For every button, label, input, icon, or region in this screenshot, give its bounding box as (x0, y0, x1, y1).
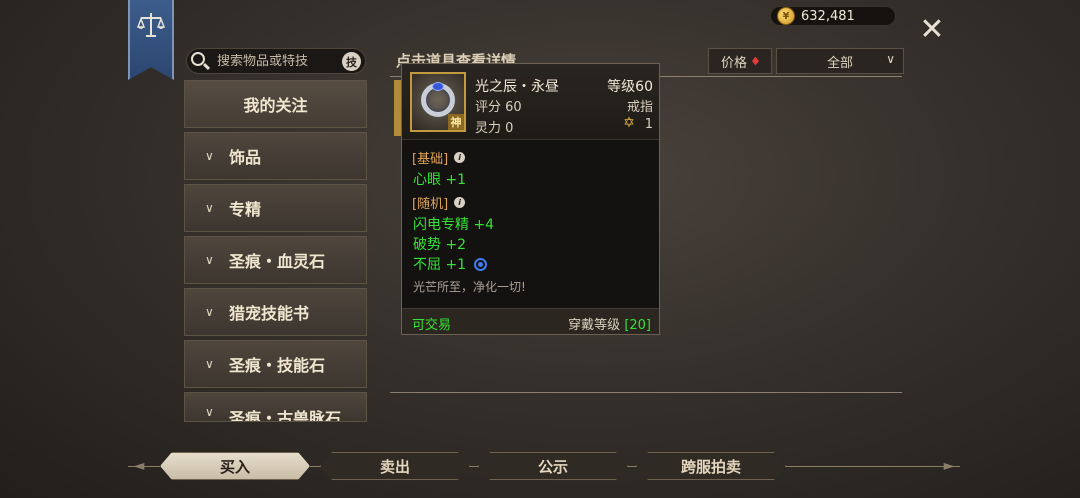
random-stat-row: 不屈 +1 (413, 254, 488, 274)
base-stat: 心眼 +1 (413, 172, 467, 188)
chevron-down-icon: ∨ (205, 357, 214, 371)
base-section-title: [基础] i (412, 148, 466, 167)
tab-buy[interactable]: 买入 (160, 452, 310, 480)
left-ornament-icon: ◄ (133, 458, 145, 474)
random-stat: 破势 +2 (413, 237, 467, 253)
tab-sell[interactable]: 卖出 (320, 452, 470, 480)
filter-select[interactable]: 全部 ∨ (776, 48, 904, 74)
sidebar-item-favorites[interactable]: 我的关注 (184, 80, 367, 128)
refresh-icon[interactable] (474, 257, 488, 271)
base-title-text: [基础] (412, 152, 449, 167)
item-level: 等级60 (607, 79, 653, 95)
gold-amount: 632,481 (801, 8, 855, 24)
chevron-down-icon: ∨ (205, 305, 214, 319)
random-title-text: [随机] (412, 197, 449, 212)
ring-item-icon: 神 (410, 72, 466, 132)
info-icon[interactable]: i (454, 197, 466, 208)
item-slot: 戒指 (626, 100, 653, 115)
tab-cross-server-auction[interactable]: 跨服拍卖 (636, 452, 786, 480)
flavor-text: 光芒所至，净化一切! (413, 280, 526, 294)
item-tooltip: 神 光之辰・永昼 等级60 评分 60 戒指 灵力 0 ✡ 1 [基础] i 心… (401, 63, 660, 335)
sidebar-item-accessories[interactable]: ∨ 饰品 (184, 132, 367, 180)
chevron-down-icon: ∨ (205, 405, 214, 419)
sidebar-item-blood-stone[interactable]: ∨ 圣痕・血灵石 (184, 236, 367, 284)
tab-notice[interactable]: 公示 (478, 452, 628, 480)
star-icon: ✡ (623, 115, 635, 131)
tradeable-label: 可交易 (412, 318, 452, 333)
random-stat: 闪电专精 +4 (413, 217, 495, 233)
scales-icon (136, 13, 166, 37)
sidebar-item-mastery[interactable]: ∨ 专精 (184, 184, 367, 232)
chevron-down-icon: ∨ (205, 149, 214, 163)
sidebar-item-label: 圣痕・技能石 (229, 356, 326, 375)
price-sort-button[interactable]: 价格 (708, 48, 772, 74)
item-name: 光之辰・永昼 (475, 79, 559, 95)
random-stat: 不屈 +1 (413, 257, 467, 273)
skill-search-button[interactable]: 技 (342, 52, 361, 71)
sidebar-item-label: 猎宠技能书 (229, 304, 310, 323)
search-input[interactable] (217, 53, 337, 69)
tooltip-header: 神 光之辰・永昼 等级60 评分 60 戒指 灵力 0 ✡ 1 (402, 64, 659, 140)
item-spirit: 灵力 0 (475, 121, 514, 136)
chevron-down-icon: ∨ (205, 201, 214, 215)
chevron-down-icon: ∨ (886, 52, 895, 66)
wear-level-value: [20] (624, 318, 651, 333)
close-icon[interactable]: ✕ (918, 15, 946, 45)
wear-level-label: 穿戴等级 (568, 318, 621, 333)
filter-value: 全部 (826, 55, 853, 71)
random-section-title: [随机] i (412, 193, 466, 212)
right-ornament-icon: ► (943, 458, 955, 474)
list-divider (390, 392, 902, 393)
god-badge: 神 (448, 114, 464, 130)
chevron-down-icon: ∨ (205, 253, 214, 267)
sidebar-item-label: 专精 (229, 200, 262, 219)
wear-level: 穿戴等级 [20] (568, 314, 651, 333)
star-count: 1 (644, 117, 653, 132)
guild-banner (128, 0, 174, 80)
sidebar-item-label: 圣痕・血灵石 (229, 252, 326, 271)
search-bar[interactable]: 技 (186, 48, 366, 74)
sidebar-item-label: 饰品 (229, 148, 262, 167)
sidebar-item-label: 我的关注 (243, 96, 308, 115)
price-label: 价格 (720, 55, 747, 71)
sort-diamond-icon (752, 56, 759, 66)
tooltip-footer: 可交易 穿戴等级 [20] (402, 308, 659, 334)
item-score: 评分 60 (475, 100, 522, 115)
search-icon[interactable] (189, 50, 211, 72)
sidebar-item-skill-stone[interactable]: ∨ 圣痕・技能石 (184, 340, 367, 388)
gold-coin-icon: ¥ (777, 7, 795, 25)
info-icon[interactable]: i (454, 152, 466, 163)
gold-balance: ¥ 632,481 (770, 6, 896, 26)
sidebar-item-label: 圣痕・古兽脉石 (229, 409, 342, 422)
sidebar-item-beast-vein-stone[interactable]: ∨ 圣痕・古兽脉石 (184, 392, 367, 422)
sidebar-item-pet-skill-book[interactable]: ∨ 猎宠技能书 (184, 288, 367, 336)
